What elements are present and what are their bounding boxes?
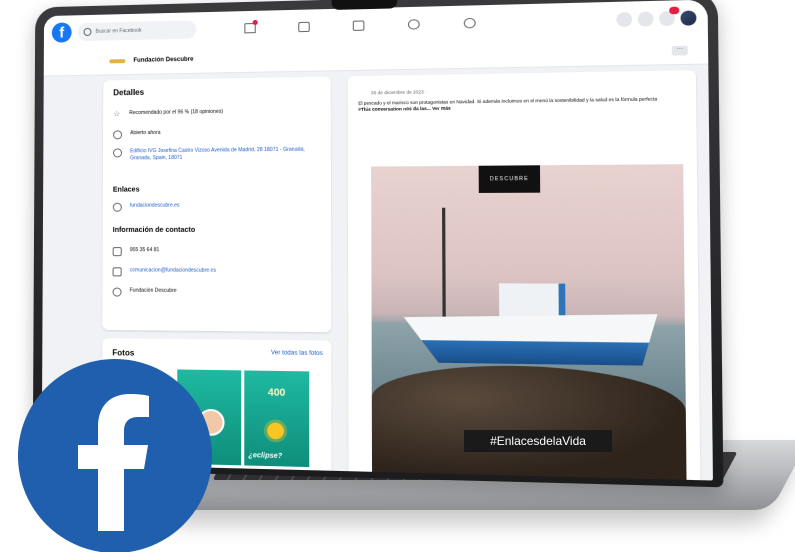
facebook-badge-icon [18,359,212,552]
page-mini-logo [109,59,125,63]
eclipse-text: ¿eclipse? [248,452,282,460]
nav-marketplace-icon[interactable] [331,13,386,39]
post-card: 26 de diciembre de 2023 · El pescado y e… [348,70,701,480]
phone-text: 955 35 64 81 [130,247,160,253]
details-title: Detalles [113,88,144,98]
menu-grid-icon[interactable] [616,12,632,27]
page-name[interactable]: Fundación Descubre [133,57,193,64]
messenger-text[interactable]: Fundación Descubre [130,288,177,294]
address-link[interactable]: Edificio IVG Josefina Castro Vizoso Aven… [130,147,308,163]
search-icon [84,28,92,36]
hashtag-banner: #EnlacesdelaVida [464,430,612,452]
main-nav [223,10,498,41]
website-row: fundaciondescubre.es [113,202,180,211]
photos-title: Fotos [112,348,134,357]
see-all-photos-link[interactable]: Ver todas las fotos [271,350,323,357]
tile-number: 400 [244,387,309,399]
post-text: El pescado y el marisco son protagonista… [358,96,687,113]
rocks-foreground [372,364,687,481]
nav-groups-icon[interactable] [386,11,442,37]
laptop-scene: f Buscar en Facebook Fundación Descubre … [0,0,795,552]
link-icon [113,203,122,212]
clock-icon [113,130,122,139]
boat-mast [442,208,446,321]
messenger-small-icon [113,287,122,296]
nav-home-icon[interactable] [223,15,277,41]
brand-logo-box: DESCUBRE [479,165,541,193]
recommended-row: ☆ Recomendado por el 96 % (18 opiniones) [113,109,223,119]
recommended-text: Recomendado por el 96 % (18 opiniones) [129,109,223,116]
notification-dot [253,20,258,25]
messenger-icon[interactable] [638,11,654,26]
details-card: Detalles ☆ Recomendado por el 96 % (18 o… [102,76,331,332]
post-date[interactable]: 26 de diciembre de 2023 · [371,89,427,95]
facebook-f-icon [18,359,212,552]
address-row: Edificio IVG Josefina Castro Vizoso Aven… [113,147,308,163]
top-right-actions [616,10,696,27]
boat-cabin [499,283,565,319]
open-now-text: Abierto ahora [130,130,160,136]
website-link[interactable]: fundaciondescubre.es [130,202,180,208]
more-options-button[interactable]: ··· [672,45,688,55]
post-body: El pescado y el marisco son protagonista… [358,96,657,106]
messenger-row: Fundación Descubre [113,287,177,297]
email-row: comunicacion@fundaciondescubre.es [113,267,216,277]
star-icon: ☆ [113,110,121,118]
email-link[interactable]: comunicacion@fundaciondescubre.es [130,267,216,273]
fishing-boat [404,312,658,366]
search-placeholder: Buscar en Facebook [95,28,141,35]
links-title: Enlaces [113,186,140,193]
notifications-icon[interactable] [659,11,675,26]
search-input[interactable]: Buscar en Facebook [78,20,197,41]
post-hashtag-line[interactable]: #This conversation nos da las... Ver más [358,106,451,112]
nav-video-icon[interactable] [276,14,330,40]
camera-notch [331,0,397,10]
sun-icon [267,422,284,439]
facebook-logo-icon[interactable]: f [52,22,72,42]
contact-title: Información de contacto [113,227,195,234]
phone-icon [113,247,122,256]
photo-tile-3[interactable]: 400 ¿eclipse? [244,370,309,467]
open-now-row: Abierto ahora [113,130,160,140]
location-pin-icon [113,148,122,157]
nav-gaming-icon[interactable] [441,10,497,36]
notification-badge [669,7,679,15]
profile-avatar[interactable] [680,10,696,25]
email-icon [113,267,122,276]
phone-row: 955 35 64 81 [113,247,160,256]
